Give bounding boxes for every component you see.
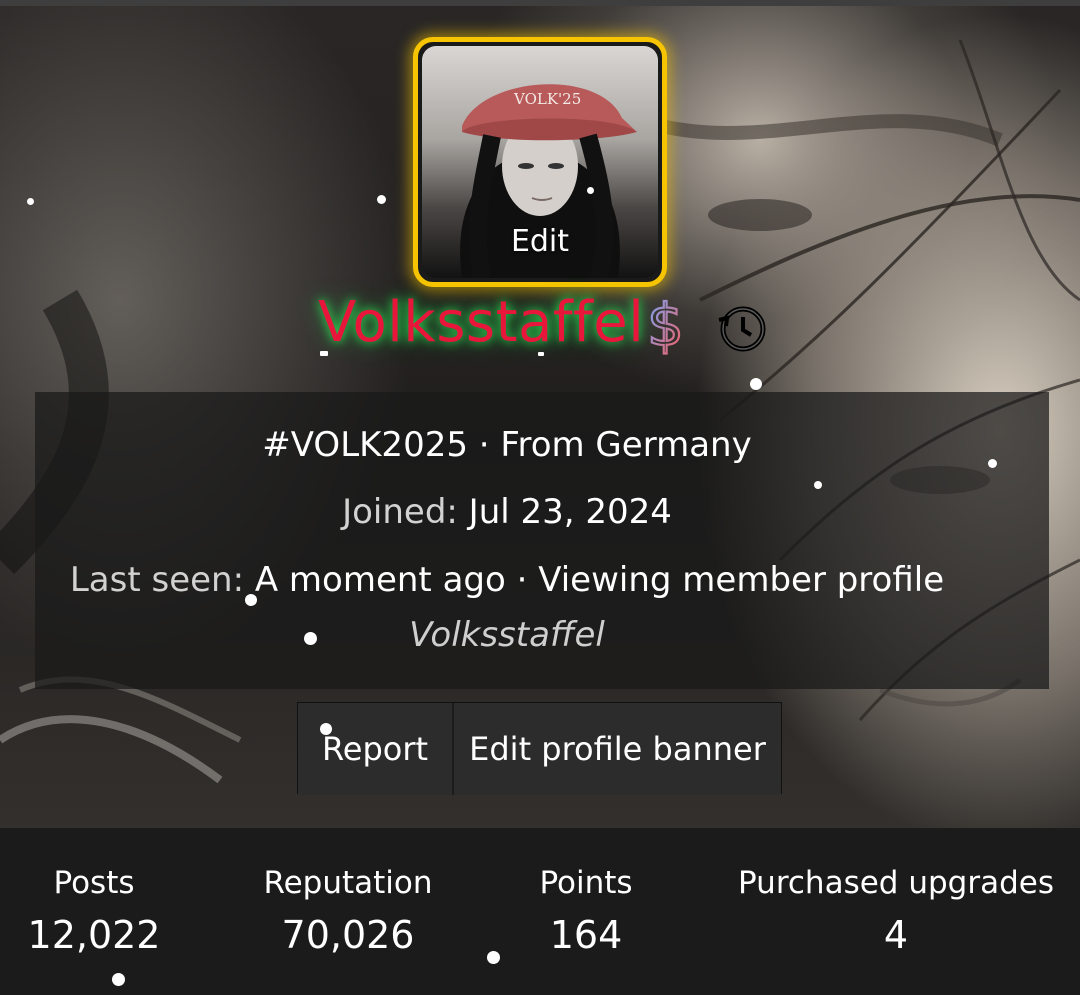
snow-particle [538, 352, 544, 356]
snow-particle [245, 594, 257, 606]
snow-particle [750, 378, 762, 390]
stat-value: 4 [883, 913, 909, 957]
username: Volksstaffel [318, 290, 645, 355]
joined-row: Joined: Jul 23, 2024 [0, 492, 1014, 532]
report-button[interactable]: Report [298, 703, 454, 795]
last-seen-value: A moment ago · Viewing member profile [254, 560, 945, 600]
snow-particle [814, 481, 822, 489]
profile-stats: Posts 12,022 Reputation 70,026 Points 16… [0, 828, 1080, 995]
stat-value: 164 [549, 913, 623, 957]
joined-label: Joined: [342, 492, 458, 532]
snow-particle [320, 723, 332, 735]
snow-particle [377, 195, 386, 204]
snow-particle [304, 632, 317, 645]
snow-particle [27, 198, 34, 205]
stat-label: Reputation [263, 865, 433, 901]
edit-profile-banner-button[interactable]: Edit profile banner [454, 703, 781, 795]
avatar-cap-text: VOLK'25 [513, 90, 581, 108]
last-seen-label: Last seen: [69, 560, 245, 600]
profile-tagline: #VOLK2025 · From Germany [262, 425, 752, 465]
stat-label: Points [539, 865, 633, 901]
history-icon[interactable] [716, 302, 768, 354]
activity-target-link[interactable]: Volksstaffel [0, 615, 1014, 655]
joined-value: Jul 23, 2024 [468, 492, 672, 532]
stat-label: Purchased upgrades [738, 865, 1054, 901]
stat-value: 70,026 [281, 913, 415, 957]
snow-particle [320, 351, 328, 356]
stat-label: Posts [53, 865, 135, 901]
dollar-sign-icon[interactable]: $ [645, 290, 695, 356]
last-seen-row: Last seen: A moment ago · Viewing member… [0, 560, 1014, 600]
avatar-image: VOLK'25 Edit [422, 46, 658, 278]
snow-particle [487, 951, 500, 964]
snow-particle [587, 187, 594, 194]
svg-text:$: $ [647, 291, 684, 356]
avatar[interactable]: VOLK'25 Edit [413, 37, 667, 287]
profile-actions: Report Edit profile banner [297, 702, 782, 795]
avatar-edit-label[interactable]: Edit [422, 224, 658, 259]
snow-particle [112, 973, 125, 986]
stat-value: 12,022 [27, 913, 161, 957]
snow-particle [988, 459, 997, 468]
